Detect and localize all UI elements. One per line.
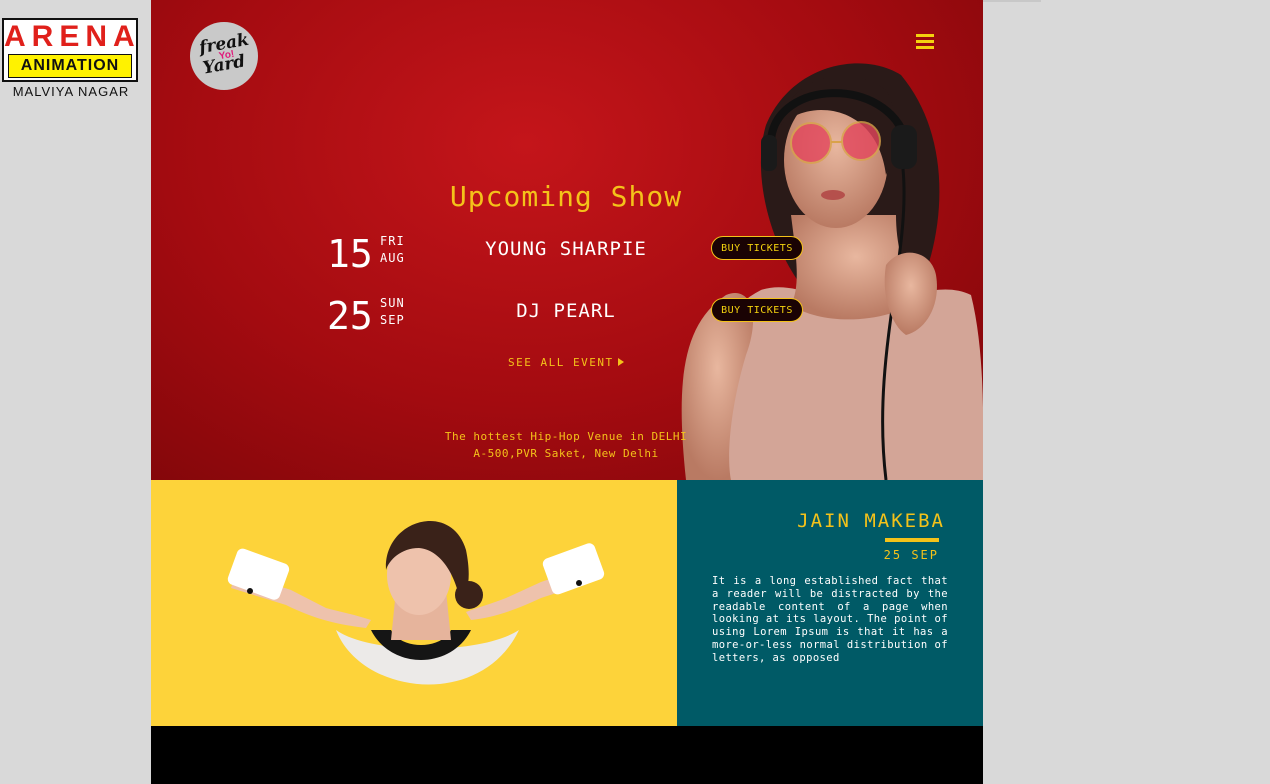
event-row: 15 FRI AUG YOUNG SHARPIE BUY TICKETS	[151, 232, 983, 282]
landing-page: freak Yo! Yard Upcoming Show 15 FRI AUG …	[151, 0, 983, 784]
arena-animation-logo: ARENA ANIMATION MALVIYA NAGAR	[0, 18, 142, 99]
artist-date: 25 SEP	[883, 548, 939, 562]
event-day: 25	[327, 294, 373, 338]
event-month: AUG	[380, 251, 405, 265]
artist-description: It is a long established fact that a rea…	[712, 575, 948, 664]
see-all-events-link[interactable]: SEE ALL EVENT	[508, 356, 624, 369]
artist-name: JAIN MAKEBA	[797, 510, 945, 532]
buy-tickets-button[interactable]: BUY TICKETS	[711, 236, 803, 260]
artist-illustration	[227, 521, 605, 685]
event-day: 15	[327, 232, 373, 276]
artist-info-panel: JAIN MAKEBA 25 SEP It is a long establis…	[677, 480, 983, 726]
venue-address: A-500,PVR Saket, New Delhi	[473, 447, 659, 460]
arena-logo-location: MALVIYA NAGAR	[12, 84, 130, 99]
arena-logo-subtitle: ANIMATION	[8, 54, 132, 78]
see-all-label: SEE ALL EVENT	[508, 356, 614, 369]
venue-tagline: The hottest Hip-Hop Venue in DELHI A-500…	[421, 428, 711, 462]
brand-logo[interactable]: freak Yo! Yard	[190, 22, 258, 90]
arena-logo-title: ARENA	[4, 20, 141, 53]
event-weekday: FRI	[380, 234, 405, 248]
hamburger-icon[interactable]	[916, 34, 934, 50]
right-margin	[983, 0, 1270, 784]
event-row: 25 SUN SEP DJ PEARL BUY TICKETS	[151, 294, 983, 344]
upcoming-show-title: Upcoming Show	[449, 180, 683, 213]
event-name: YOUNG SHARPIE	[485, 238, 647, 260]
event-month: SEP	[380, 313, 405, 327]
featured-artist-image	[151, 480, 677, 726]
buy-tickets-button[interactable]: BUY TICKETS	[711, 298, 803, 322]
artist-divider	[885, 538, 939, 542]
footer-section	[151, 726, 983, 784]
arena-logo-box: ARENA ANIMATION	[2, 18, 138, 82]
tagline-line1: The hottest Hip-Hop Venue in DELHI	[444, 430, 688, 443]
arrow-right-icon	[617, 358, 624, 366]
hero-section: freak Yo! Yard Upcoming Show 15 FRI AUG …	[151, 0, 983, 480]
event-name: DJ PEARL	[516, 300, 616, 322]
event-weekday: SUN	[380, 296, 405, 310]
